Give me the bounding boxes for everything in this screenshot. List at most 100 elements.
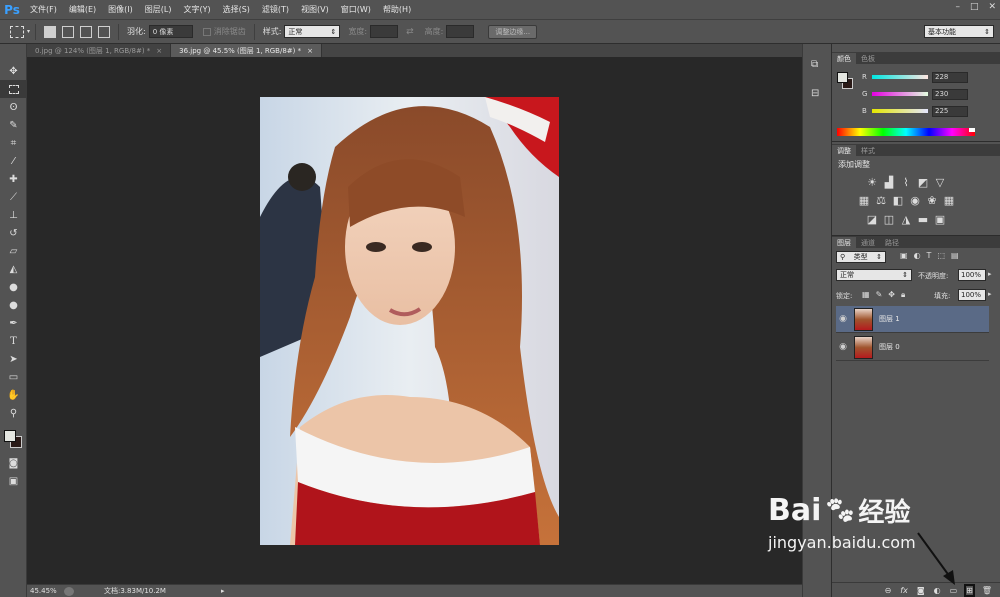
tab-document-36[interactable]: 36.jpg @ 45.5% (图层 1, RGB/8#) * × (171, 44, 322, 57)
crop-tool-icon[interactable]: ⌗ (0, 134, 27, 152)
menu-layer[interactable]: 图层(L) (139, 4, 178, 15)
photo-filter-icon[interactable]: ◉ (909, 194, 921, 207)
menu-edit[interactable]: 编辑(E) (63, 4, 102, 15)
filter-type-icon[interactable]: T (927, 251, 932, 260)
layer-name[interactable]: 图层 1 (879, 314, 900, 324)
delete-layer-icon[interactable]: 🗑︎ (982, 586, 992, 595)
white-swatch[interactable] (969, 128, 975, 132)
menu-type[interactable]: 文字(Y) (177, 4, 216, 15)
color-balance-icon[interactable]: ⚖ (875, 194, 887, 207)
workspace-dropdown[interactable]: 基本功能 ⇕ (924, 25, 994, 38)
width-input[interactable] (370, 25, 399, 38)
exposure-icon[interactable]: ◩ (917, 176, 929, 189)
close-window-button[interactable]: ✕ (988, 2, 996, 12)
filter-shape-icon[interactable]: ⬚ (937, 251, 945, 260)
add-selection-icon[interactable] (62, 25, 75, 38)
dodge-tool-icon[interactable]: ● (0, 296, 27, 314)
curves-icon[interactable]: ⌇ (900, 176, 912, 189)
chevron-right-icon[interactable]: ▸ (988, 270, 992, 278)
path-selection-tool-icon[interactable]: ➤ (0, 350, 27, 368)
opacity-input[interactable]: 100% (958, 269, 986, 281)
document-image[interactable] (260, 97, 559, 545)
layer-row-0[interactable]: ◉ 图层 0 (836, 334, 989, 361)
green-value-input[interactable]: 230 (932, 88, 968, 100)
feather-input[interactable]: 0 像素 (148, 25, 193, 38)
antialias-checkbox[interactable] (202, 27, 211, 36)
brightness-icon[interactable]: ☀ (866, 176, 878, 189)
tab-color[interactable]: 颜色 (832, 53, 856, 64)
lasso-tool-icon[interactable]: ʘ (0, 98, 27, 116)
tab-swatches[interactable]: 色板 (856, 53, 880, 64)
subtract-selection-icon[interactable] (80, 25, 93, 38)
new-selection-icon[interactable] (44, 25, 57, 38)
clone-stamp-tool-icon[interactable]: ⊥ (0, 206, 27, 224)
tab-close-icon[interactable]: × (156, 47, 162, 55)
color-swatches[interactable] (0, 428, 27, 454)
color-lookup-icon[interactable]: ▦ (943, 194, 955, 207)
vibrance-icon[interactable]: ▽ (934, 176, 946, 189)
layer-filter-dropdown[interactable]: ⚲ 类型 ⇕ (836, 251, 886, 263)
intersect-selection-icon[interactable] (98, 25, 111, 38)
menu-file[interactable]: 文件(F) (24, 4, 63, 15)
chevron-down-icon[interactable]: ▾ (27, 28, 30, 35)
move-tool-icon[interactable]: ✥ (0, 62, 27, 80)
zoom-tool-icon[interactable]: ⚲ (0, 404, 27, 422)
eye-icon[interactable]: ◉ (836, 342, 850, 352)
chevron-right-icon[interactable]: ▸ (988, 290, 992, 298)
history-brush-tool-icon[interactable]: ↺ (0, 224, 27, 242)
panel-foreground-swatch[interactable] (837, 72, 848, 83)
tab-adjustments[interactable]: 调整 (832, 145, 856, 156)
red-slider[interactable] (872, 75, 928, 79)
rectangle-tool-icon[interactable]: ▭ (0, 368, 27, 386)
marquee-tool-preset-icon[interactable] (10, 25, 24, 38)
levels-icon[interactable]: ▟ (883, 176, 895, 189)
swap-icon[interactable]: ⇄ (406, 27, 414, 37)
brush-tool-icon[interactable]: ⟋ (0, 188, 27, 206)
blur-tool-icon[interactable]: ● (0, 278, 27, 296)
tab-styles[interactable]: 样式 (856, 145, 880, 156)
fx-icon[interactable]: fx (900, 586, 908, 595)
posterize-icon[interactable]: ◫ (883, 213, 895, 226)
tab-document-0[interactable]: 0.jpg @ 124% (图层 1, RGB/8#) * × (27, 44, 172, 57)
blue-slider[interactable] (872, 109, 928, 113)
menu-view[interactable]: 视图(V) (295, 4, 335, 15)
selective-color-icon[interactable]: ▣ (934, 213, 946, 226)
new-layer-icon[interactable]: ⊞ (964, 583, 975, 597)
refine-edge-button[interactable]: 调整边缘... (488, 24, 538, 39)
maximize-button[interactable]: □ (970, 2, 979, 12)
quick-select-tool-icon[interactable]: ✎ (0, 116, 27, 134)
marquee-tool-icon[interactable] (0, 80, 27, 98)
height-input[interactable] (446, 25, 475, 38)
lock-all-icon[interactable]: 🔒︎ (901, 290, 905, 300)
pen-tool-icon[interactable]: ✒ (0, 314, 27, 332)
status-menu-icon[interactable] (64, 586, 74, 596)
fill-input[interactable]: 100% (958, 289, 986, 301)
layer-name[interactable]: 图层 0 (879, 342, 900, 352)
screen-mode-icon[interactable]: ▣ (0, 472, 27, 490)
tab-channels[interactable]: 通道 (856, 237, 880, 248)
hue-saturation-icon[interactable]: ▦ (858, 194, 870, 207)
filter-smart-icon[interactable]: ▤ (951, 251, 959, 260)
eyedropper-tool-icon[interactable]: ⁄ (0, 152, 27, 170)
quick-mask-icon[interactable]: ◙ (0, 454, 27, 472)
tab-layers[interactable]: 图层 (832, 237, 856, 248)
green-slider[interactable] (872, 92, 928, 96)
status-arrow-icon[interactable]: ▸ (221, 587, 225, 595)
menu-help[interactable]: 帮助(H) (377, 4, 417, 15)
history-panel-icon[interactable]: ⧉ (811, 59, 825, 75)
tab-close-icon[interactable]: × (307, 47, 313, 55)
minimize-button[interactable]: – (955, 2, 960, 12)
blue-value-input[interactable]: 225 (932, 105, 968, 117)
color-spectrum-bar[interactable] (837, 128, 975, 136)
invert-icon[interactable]: ◪ (866, 213, 878, 226)
style-dropdown[interactable]: 正常 ⇕ (284, 25, 341, 38)
zoom-level[interactable]: 45.45% (30, 587, 64, 595)
channel-mixer-icon[interactable]: ❀ (926, 194, 938, 207)
eye-icon[interactable]: ◉ (836, 314, 850, 324)
red-value-input[interactable]: 228 (932, 71, 968, 83)
lock-image-icon[interactable]: ✎ (876, 290, 883, 300)
tab-paths[interactable]: 路径 (880, 237, 904, 248)
properties-panel-icon[interactable]: ⊟ (811, 88, 825, 102)
menu-image[interactable]: 图像(I) (102, 4, 139, 15)
foreground-color-swatch[interactable] (4, 430, 16, 442)
